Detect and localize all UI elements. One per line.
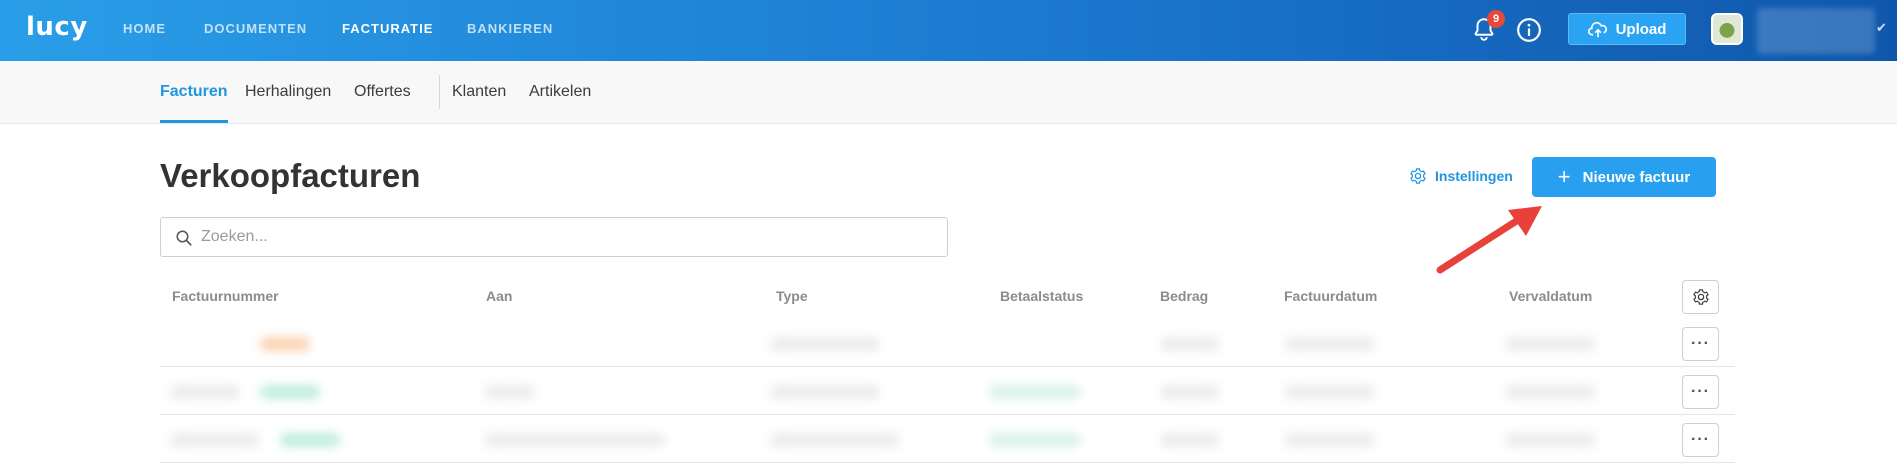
blurred-cell — [990, 385, 1080, 399]
instellingen-label: Instellingen — [1435, 168, 1513, 184]
blurred-status-tag — [280, 433, 340, 447]
blurred-cell — [170, 385, 240, 399]
column-header-bedrag[interactable]: Bedrag — [1160, 288, 1208, 304]
search-icon — [176, 230, 192, 246]
blurred-cell — [170, 433, 260, 447]
blurred-cell — [485, 385, 535, 399]
blurred-cell — [770, 385, 880, 399]
blurred-cell — [1285, 433, 1375, 447]
blurred-cell — [1160, 337, 1220, 351]
table-row[interactable] — [160, 415, 1735, 463]
upload-button-label: Upload — [1615, 20, 1667, 38]
row-menu-button[interactable]: ··· — [1682, 327, 1719, 361]
column-header-factuurdatum[interactable]: Factuurdatum — [1284, 288, 1377, 304]
column-header-betaalstatus[interactable]: Betaalstatus — [1000, 288, 1083, 304]
gear-icon — [1692, 289, 1709, 305]
blurred-cell — [1505, 385, 1595, 399]
subnav-divider — [439, 75, 440, 109]
company-avatar[interactable] — [1711, 13, 1743, 45]
blurred-cell — [1285, 337, 1375, 351]
blurred-cell — [1285, 385, 1375, 399]
tab-klanten[interactable]: Klanten — [452, 83, 506, 101]
tab-artikelen[interactable]: Artikelen — [529, 83, 591, 101]
row-menu-button[interactable]: ··· — [1682, 423, 1719, 457]
tab-offertes[interactable]: Offertes — [354, 83, 411, 101]
column-header-aan[interactable]: Aan — [486, 288, 512, 304]
active-tab-indicator — [160, 120, 228, 123]
notification-badge: 9 — [1487, 10, 1505, 28]
nav-item-bankieren[interactable]: BANKIEREN — [467, 21, 553, 36]
check-icon: ✔ — [1876, 20, 1887, 35]
tab-herhalingen[interactable]: Herhalingen — [245, 83, 331, 101]
blurred-cell — [1505, 433, 1595, 447]
annotation-arrow-icon — [1436, 206, 1542, 274]
blurred-cell — [1160, 433, 1220, 447]
nav-item-facturatie[interactable]: FACTURATIE — [342, 21, 433, 36]
upload-button[interactable]: Upload — [1568, 13, 1686, 45]
table-row[interactable] — [160, 367, 1735, 415]
blurred-cell — [1505, 337, 1595, 351]
row-menu-button[interactable]: ··· — [1682, 375, 1719, 409]
top-navigation-bar: lucy HOME DOCUMENTEN FACTURATIE BANKIERE… — [0, 0, 1897, 61]
info-icon[interactable] — [1516, 17, 1542, 43]
user-name-blurred[interactable] — [1757, 8, 1875, 54]
blurred-cell — [770, 433, 900, 447]
search-input[interactable] — [201, 218, 931, 256]
column-header-type[interactable]: Type — [776, 288, 808, 304]
blurred-status-tag — [260, 385, 320, 399]
cloud-upload-icon — [1587, 21, 1607, 38]
search-box — [160, 217, 948, 257]
plus-icon: + — [1557, 164, 1571, 189]
sub-navigation: Facturen Herhalingen Offertes Klanten Ar… — [0, 61, 1897, 124]
blurred-cell — [990, 433, 1080, 447]
blurred-cell — [485, 433, 665, 447]
nav-item-documenten[interactable]: DOCUMENTEN — [204, 21, 307, 36]
nieuwe-factuur-button[interactable]: + Nieuwe factuur — [1532, 157, 1716, 197]
nav-item-home[interactable]: HOME — [123, 21, 166, 36]
table-row[interactable] — [160, 319, 1735, 367]
column-settings-button[interactable] — [1682, 280, 1719, 314]
blurred-cell — [770, 337, 880, 351]
instellingen-link[interactable]: Instellingen — [1409, 167, 1513, 185]
column-header-factuurnummer[interactable]: Factuurnummer — [172, 288, 279, 304]
page-title: Verkoopfacturen — [160, 157, 421, 194]
blurred-status-tag — [260, 337, 310, 351]
column-header-vervaldatum[interactable]: Vervaldatum — [1509, 288, 1592, 304]
blurred-cell — [1160, 385, 1220, 399]
nieuwe-factuur-label: Nieuwe factuur — [1582, 168, 1691, 186]
tab-facturen[interactable]: Facturen — [160, 83, 228, 101]
app-logo[interactable]: lucy — [26, 12, 88, 42]
gear-icon — [1410, 168, 1426, 184]
